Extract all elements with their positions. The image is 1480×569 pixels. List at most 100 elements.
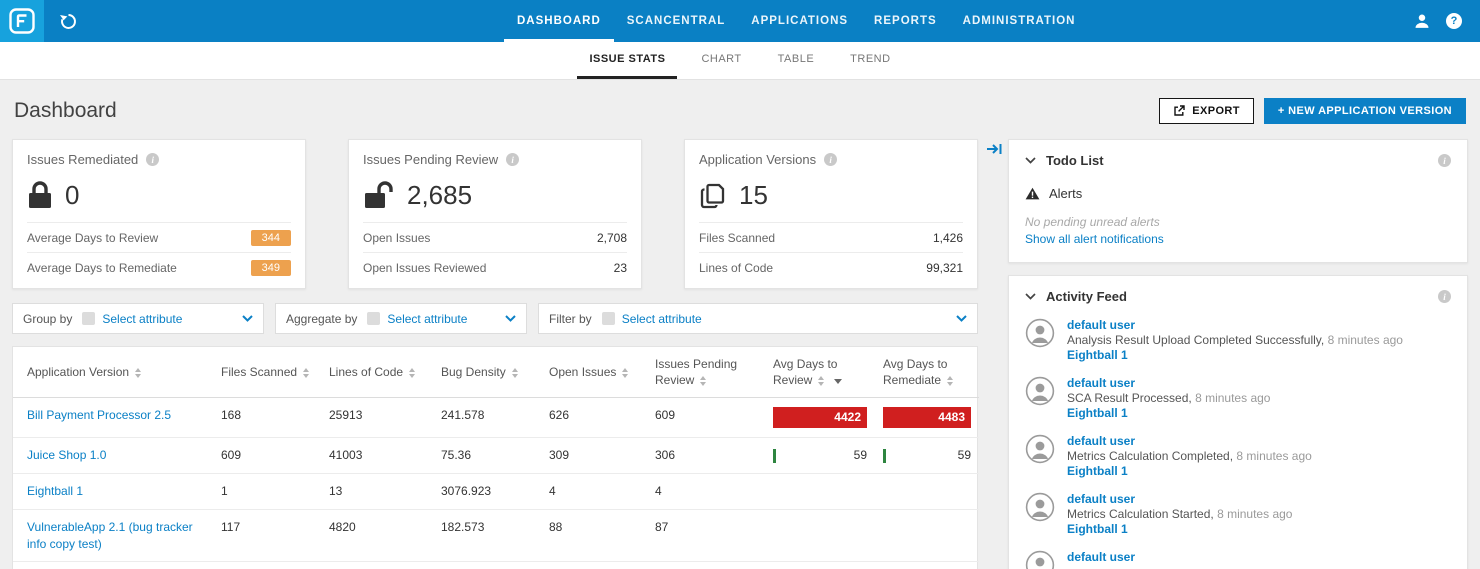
cell-files-scanned: 1: [213, 473, 321, 510]
fortify-logo-icon: [9, 8, 35, 34]
filter-by-dropdown[interactable]: Filter by Select attribute: [538, 303, 978, 334]
attribute-icon: [601, 312, 615, 325]
tab-issue-stats[interactable]: ISSUE STATS: [577, 42, 678, 79]
panel-title: Todo List: [1046, 153, 1104, 168]
table-row[interactable]: Juice Shop 1.0 609 41003 75.36 309 306 5…: [13, 437, 979, 474]
sort-icon[interactable]: [947, 376, 954, 387]
sort-icon[interactable]: [622, 367, 629, 378]
fortify-logo[interactable]: [0, 0, 44, 42]
export-button[interactable]: EXPORT: [1159, 98, 1254, 124]
chevron-down-icon[interactable]: [505, 315, 516, 322]
activity-target-link[interactable]: Eightball 1: [1067, 406, 1270, 421]
user-avatar-icon: [1025, 318, 1055, 363]
group-by-value: Select attribute: [102, 311, 183, 326]
stat-row: Average Days to Remediate 349: [27, 252, 291, 282]
tab-trend[interactable]: TREND: [838, 42, 902, 79]
cell-files-scanned: 609: [213, 437, 321, 474]
activity-user-link[interactable]: default user: [1067, 376, 1270, 391]
activity-target-link[interactable]: Eightball 1: [1067, 464, 1312, 479]
nav-administration[interactable]: ADMINISTRATION: [950, 0, 1089, 42]
activity-description: Metrics Calculation Started, 8 minutes a…: [1067, 507, 1292, 521]
help-icon[interactable]: ?: [1446, 13, 1462, 29]
aggregate-by-label: Aggregate by: [286, 311, 358, 326]
undo-icon[interactable]: [44, 0, 92, 42]
cell-avg-days-review: 4422: [765, 397, 875, 439]
cell-open-issues: 88: [541, 509, 647, 563]
sort-icon[interactable]: [511, 367, 518, 378]
nav-scancentral[interactable]: SCANCENTRAL: [614, 0, 739, 42]
filter-by-value: Select attribute: [621, 311, 702, 326]
show-alert-notifications-link[interactable]: Show all alert notifications: [1025, 232, 1451, 246]
table-row[interactable]: Bill Payment Processor 2.5 168 25913 241…: [13, 397, 979, 439]
chevron-down-icon[interactable]: [1025, 293, 1036, 300]
chevron-down-icon[interactable]: [956, 315, 967, 322]
aggregate-by-dropdown[interactable]: Aggregate by Select attribute: [275, 303, 527, 334]
new-application-version-button[interactable]: + NEW APPLICATION VERSION: [1263, 98, 1466, 124]
tab-table[interactable]: TABLE: [766, 42, 827, 79]
collapse-sidebar-arrow-icon[interactable]: [986, 142, 1003, 161]
nav-applications[interactable]: APPLICATIONS: [738, 0, 861, 42]
activity-user-link[interactable]: default user: [1067, 318, 1403, 333]
app-version-link[interactable]: Juice Shop 1.0: [27, 448, 106, 462]
activity-user-link[interactable]: default user: [1067, 492, 1292, 507]
sort-icon[interactable]: [135, 367, 142, 378]
activity-item: default user SCA Result Processed, 8 min…: [1025, 376, 1451, 421]
cell-files-scanned: 117: [213, 561, 321, 569]
activity-text: Metrics Calculation Started,: [1067, 507, 1214, 521]
activity-user-link[interactable]: default user: [1067, 550, 1135, 565]
activity-target-link[interactable]: Eightball 1: [1067, 522, 1292, 537]
nav-dashboard[interactable]: DASHBOARD: [504, 0, 614, 42]
stat-label: Open Issues Reviewed: [363, 260, 487, 275]
activity-user-link[interactable]: default user: [1067, 434, 1312, 449]
user-icon[interactable]: [1413, 12, 1431, 30]
group-by-dropdown[interactable]: Group by Select attribute: [12, 303, 264, 334]
application-versions-card: Application Versions i 15 Files Scanned …: [684, 139, 978, 289]
app-version-link[interactable]: VulnerableApp 2.1 (bug tracker info copy…: [27, 520, 193, 551]
table-row[interactable]: VulnerableApp 2.1 (bug tracker info copy…: [13, 509, 979, 563]
sort-icon[interactable]: [409, 367, 416, 378]
cell-open-issues: 626: [541, 397, 647, 439]
cell-issues-pending: 87: [647, 509, 765, 563]
cell-bug-density: 182.573: [433, 509, 541, 563]
cell-open-issues: 309: [541, 437, 647, 474]
tab-chart[interactable]: CHART: [689, 42, 753, 79]
col-header-label: Issues Pending Review: [655, 357, 738, 388]
app-version-link[interactable]: Eightball 1: [27, 484, 83, 498]
table-row[interactable]: Eightball 1 1 13 3076.923 4 4: [13, 473, 979, 510]
sort-icon[interactable]: [700, 376, 707, 387]
red-days-badge: 4483: [883, 407, 971, 429]
cell-open-issues: 4: [541, 473, 647, 510]
col-avg-days-remediate: Avg Days to Remediate: [875, 347, 979, 399]
chevron-down-icon[interactable]: [1025, 157, 1036, 164]
cell-issues-pending: 87: [647, 561, 765, 569]
info-icon[interactable]: i: [1438, 154, 1451, 167]
info-icon[interactable]: i: [1438, 290, 1451, 303]
activity-feed-panel: Activity Feed i default user Analysis Re: [1008, 275, 1468, 569]
column-menu-icon[interactable]: [834, 378, 843, 384]
activity-target-link[interactable]: Eightball 1: [1067, 348, 1403, 363]
main-column: Issues Remediated i 0 Average Days to Re…: [12, 139, 979, 569]
nav-reports[interactable]: REPORTS: [861, 0, 950, 42]
issues-pending-review-card: Issues Pending Review i 2,685 Open Issue…: [348, 139, 642, 289]
cell-lines-of-code: 25913: [321, 397, 433, 439]
info-icon[interactable]: i: [146, 153, 160, 166]
cell-bug-density: 3076.923: [433, 473, 541, 510]
page-title: Dashboard: [14, 99, 117, 122]
stat-row: Average Days to Review 344: [27, 222, 291, 252]
cell-lines-of-code: 41003: [321, 437, 433, 474]
info-icon[interactable]: i: [506, 153, 520, 166]
activity-item: default user: [1025, 550, 1451, 569]
col-issues-pending-review: Issues Pending Review: [647, 347, 765, 399]
chevron-down-icon[interactable]: [242, 315, 253, 322]
cell-avg-days-remediate: 4483: [875, 397, 979, 439]
app-version-link[interactable]: Bill Payment Processor 2.5: [27, 408, 171, 422]
todo-list-panel: Todo List i Alerts No pending unread ale…: [1008, 139, 1468, 263]
stat-row: Open Issues Reviewed 23: [363, 252, 627, 282]
sort-icon[interactable]: [818, 376, 825, 387]
page-header: Dashboard EXPORT + NEW APPLICATION VERSI…: [0, 80, 1480, 139]
info-icon[interactable]: i: [824, 153, 838, 166]
cell-bug-density: 75.36: [433, 437, 541, 474]
table-header-row: Application Version Files Scanned Lines …: [13, 347, 979, 399]
sort-icon[interactable]: [303, 367, 310, 378]
table-row[interactable]: VulnerableApp 2.0 (copy_current_state te…: [13, 561, 979, 569]
